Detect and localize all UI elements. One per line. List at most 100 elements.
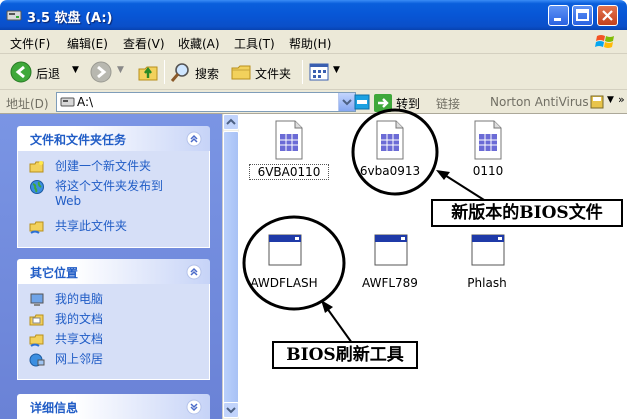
- views-button[interactable]: ▼: [308, 60, 344, 84]
- place-label: 共享文档: [55, 332, 104, 346]
- chevron-down-icon[interactable]: ▼: [72, 65, 79, 75]
- address-dropdown-button[interactable]: [338, 93, 355, 111]
- minimize-button[interactable]: [548, 5, 569, 26]
- menu-file[interactable]: 文件(F): [10, 35, 50, 52]
- publish-web-icon: [30, 180, 44, 194]
- task-label-line2: Web: [55, 194, 82, 208]
- title-bar[interactable]: 3.5 软盘 (A:): [0, 0, 627, 30]
- file-item[interactable]: Phlash: [447, 232, 527, 294]
- minimize-icon: [554, 18, 561, 21]
- details-header[interactable]: 详细信息: [17, 394, 210, 419]
- maximize-button[interactable]: [572, 5, 593, 26]
- views-icon: [309, 63, 329, 81]
- other-places-title: 其它位置: [30, 266, 79, 280]
- floppy-drive-icon: [60, 97, 75, 107]
- folders-button[interactable]: 文件夹: [230, 60, 300, 84]
- search-label: 搜索: [195, 67, 220, 81]
- menu-view[interactable]: 查看(V): [123, 35, 165, 52]
- expand-chevron-icon[interactable]: [186, 399, 202, 415]
- chevron-down-icon: [342, 99, 352, 106]
- shared-documents-icon: [29, 334, 44, 347]
- file-name: AWFL789: [362, 276, 418, 290]
- share-folder-icon: [29, 221, 44, 234]
- collapse-chevron-icon[interactable]: [186, 264, 202, 280]
- toolbar-overflow-icon[interactable]: »: [618, 93, 625, 106]
- application-icon: [374, 234, 408, 266]
- file-item[interactable]: AWDFLASH: [244, 232, 324, 294]
- window-title: 3.5 软盘 (A:): [27, 11, 113, 26]
- file-item[interactable]: 6vba0913: [350, 120, 430, 182]
- file-name: Phlash: [467, 276, 507, 290]
- my-documents-icon: [29, 314, 44, 326]
- menu-favorites[interactable]: 收藏(A): [178, 35, 220, 52]
- binary-file-icon: [474, 120, 502, 160]
- chevron-down-icon[interactable]: ▼: [117, 65, 124, 75]
- binary-file-icon: [376, 120, 404, 160]
- network-places-icon: [29, 353, 45, 367]
- go-button[interactable]: 转到: [374, 94, 420, 112]
- details-panel: 详细信息: [17, 394, 210, 419]
- application-icon: [471, 234, 505, 266]
- folders-icon: [231, 65, 251, 80]
- address-bar: 地址(D) A:\ 转到 链接 Norton AntiVirus ▼ »: [0, 90, 627, 114]
- norton-shield-icon[interactable]: [354, 94, 370, 110]
- standard-toolbar: 后退 ▼ ▼ 搜索 文件夹 ▼: [0, 54, 627, 90]
- other-places-body: 我的电脑 我的文档 共享文档 网上邻居: [17, 284, 210, 380]
- menu-tools[interactable]: 工具(T): [234, 35, 275, 52]
- forward-arrow-icon: [90, 61, 112, 83]
- norton-antivirus-label[interactable]: Norton AntiVirus: [490, 95, 589, 109]
- up-folder-icon[interactable]: [136, 60, 160, 84]
- go-label: 转到: [396, 97, 421, 111]
- back-button[interactable]: 后退 ▼: [8, 60, 88, 84]
- details-title: 详细信息: [30, 401, 79, 415]
- file-item[interactable]: AWFL789: [350, 232, 430, 294]
- toolbar-separator: [164, 60, 165, 84]
- new-folder-icon: [29, 161, 44, 173]
- task-pane: 文件和文件夹任务 创建一个新文件夹 将这个文件夹发布到 Web 共享此文件夹 其…: [0, 114, 222, 419]
- search-button[interactable]: 搜索: [170, 60, 226, 84]
- other-places-panel: 其它位置 我的电脑 我的文档 共享文档 网上邻居: [17, 259, 210, 380]
- floppy-drive-icon: [6, 10, 22, 21]
- place-label: 我的文档: [55, 312, 104, 326]
- file-tasks-title: 文件和文件夹任务: [30, 133, 127, 147]
- file-name: 6vba0913: [359, 164, 421, 178]
- search-icon: [170, 63, 189, 82]
- task-label: 共享此文件夹: [55, 219, 128, 233]
- place-label: 网上邻居: [55, 352, 104, 366]
- file-tasks-panel: 文件和文件夹任务 创建一个新文件夹 将这个文件夹发布到 Web 共享此文件夹: [17, 126, 210, 248]
- chevron-down-icon[interactable]: ▼: [333, 65, 340, 75]
- back-label: 后退: [36, 67, 61, 81]
- file-name: AWDFLASH: [250, 276, 318, 290]
- address-label: 地址(D): [6, 97, 49, 111]
- collapse-chevron-icon[interactable]: [186, 131, 202, 147]
- chevron-down-icon[interactable]: ▼: [607, 95, 614, 105]
- chevron-down-icon: [226, 407, 236, 414]
- file-tasks-header[interactable]: 文件和文件夹任务: [17, 126, 210, 151]
- file-item[interactable]: 0110: [448, 120, 528, 182]
- my-computer-icon: [30, 293, 44, 306]
- flash-tool-callout: BIOS刷新工具: [272, 341, 418, 369]
- windows-logo-icon: [595, 35, 614, 48]
- menu-edit[interactable]: 编辑(E): [67, 35, 108, 52]
- scroll-thumb[interactable]: [223, 131, 239, 414]
- toolbar-separator: [302, 60, 303, 84]
- other-places-header[interactable]: 其它位置: [17, 259, 210, 284]
- menu-help[interactable]: 帮助(H): [289, 35, 331, 52]
- close-button[interactable]: [597, 5, 618, 26]
- norton-save-icon[interactable]: [590, 95, 604, 109]
- task-label: 创建一个新文件夹: [55, 159, 152, 173]
- forward-button[interactable]: ▼: [90, 60, 130, 84]
- go-arrow-icon: [374, 94, 392, 112]
- address-input[interactable]: A:\: [56, 92, 356, 112]
- file-name: 6VBA0110: [249, 164, 329, 180]
- file-item[interactable]: 6VBA0110: [249, 120, 329, 182]
- links-label[interactable]: 链接: [436, 95, 460, 112]
- scroll-up-button[interactable]: [223, 114, 239, 130]
- task-pane-scrollbar[interactable]: [222, 114, 239, 419]
- place-label: 我的电脑: [55, 292, 104, 306]
- chevron-up-icon: [226, 118, 236, 125]
- scroll-down-button[interactable]: [223, 402, 239, 418]
- back-arrow-icon: [10, 61, 32, 83]
- file-list[interactable]: 6VBA0110 6vba0913 0110 AWDFLASH AWFL789 …: [240, 114, 627, 419]
- file-name: 0110: [472, 164, 504, 178]
